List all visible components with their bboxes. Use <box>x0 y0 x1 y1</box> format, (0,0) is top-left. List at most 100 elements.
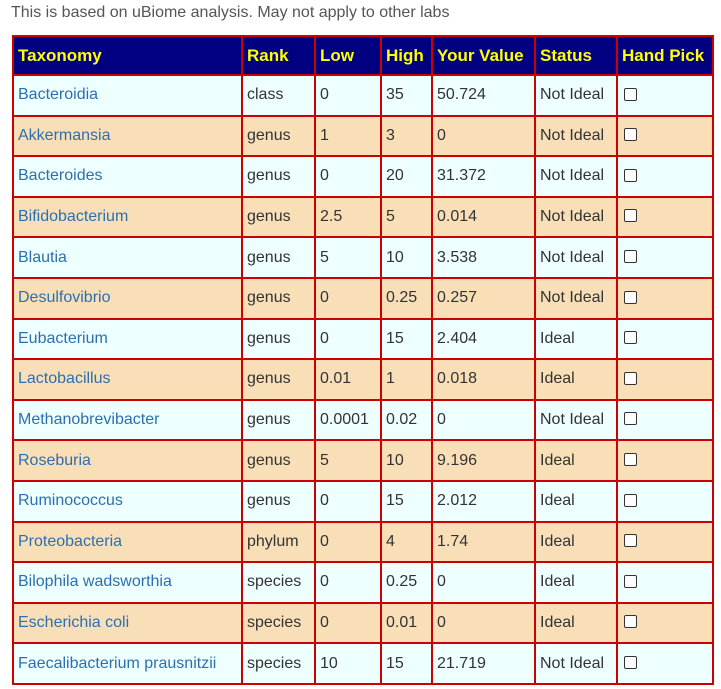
your-value-cell: 9.196 <box>433 441 536 482</box>
taxonomy-link[interactable]: Faecalibacterium prausnitzii <box>14 644 243 685</box>
low-cell: 0 <box>316 76 382 117</box>
hand-pick-cell <box>618 481 714 523</box>
hand-pick-checkbox[interactable] <box>624 331 637 345</box>
hand-pick-checkbox[interactable] <box>624 655 637 669</box>
your-value-cell: 0 <box>433 563 536 604</box>
hand-pick-checkbox[interactable] <box>624 615 637 629</box>
hand-pick-checkbox[interactable] <box>624 534 637 548</box>
high-cell: 10 <box>382 238 433 279</box>
hand-pick-checkbox[interactable] <box>624 168 637 182</box>
rank-cell: genus <box>243 441 316 482</box>
hand-pick-checkbox[interactable] <box>624 290 637 304</box>
hand-pick-cell <box>618 522 714 564</box>
taxonomy-link[interactable]: Eubacterium <box>14 319 243 361</box>
table-row: Eubacterium genus 0 15 2.404 Ideal <box>14 319 714 361</box>
header-status[interactable]: Status <box>536 37 618 76</box>
taxonomy-link[interactable]: Akkermansia <box>14 116 243 158</box>
hand-pick-cell <box>618 238 714 279</box>
taxonomy-table: Taxonomy Rank Low High Your Value Status… <box>12 35 714 685</box>
low-cell: 5 <box>316 238 382 279</box>
hand-pick-checkbox[interactable] <box>624 249 637 263</box>
high-cell: 15 <box>382 319 433 361</box>
your-value-cell: 0.014 <box>433 197 536 239</box>
status-cell: Not Ideal <box>536 197 618 239</box>
your-value-cell: 2.404 <box>433 319 536 361</box>
high-cell: 5 <box>382 197 433 239</box>
hand-pick-cell <box>618 603 714 645</box>
taxonomy-link[interactable]: Bacteroides <box>14 157 243 198</box>
your-value-cell: 0.018 <box>433 360 536 401</box>
rank-cell: genus <box>243 481 316 523</box>
high-cell: 0.25 <box>382 563 433 604</box>
header-rank[interactable]: Rank <box>243 37 316 76</box>
header-high[interactable]: High <box>382 37 433 76</box>
taxonomy-link[interactable]: Blautia <box>14 238 243 279</box>
hand-pick-checkbox[interactable] <box>624 209 637 223</box>
low-cell: 5 <box>316 441 382 482</box>
status-cell: Ideal <box>536 319 618 361</box>
taxonomy-link[interactable]: Escherichia coli <box>14 603 243 645</box>
status-cell: Ideal <box>536 360 618 401</box>
high-cell: 20 <box>382 157 433 198</box>
header-row: Taxonomy Rank Low High Your Value Status… <box>14 37 714 76</box>
status-cell: Not Ideal <box>536 76 618 117</box>
your-value-cell: 0.257 <box>433 278 536 320</box>
status-cell: Ideal <box>536 481 618 523</box>
table-row: Desulfovibrio genus 0 0.25 0.257 Not Ideal <box>14 278 714 320</box>
table-row: Bacteroides genus 0 20 31.372 Not Ideal <box>14 157 714 198</box>
hand-pick-checkbox[interactable] <box>624 493 637 507</box>
low-cell: 0 <box>316 319 382 361</box>
table-row: Proteobacteria phylum 0 4 1.74 Ideal <box>14 522 714 564</box>
taxonomy-link[interactable]: Bacteroidia <box>14 76 243 117</box>
your-value-cell: 21.719 <box>433 644 536 685</box>
high-cell: 15 <box>382 644 433 685</box>
your-value-cell: 50.724 <box>433 76 536 117</box>
taxonomy-link[interactable]: Bilophila wadsworthia <box>14 563 243 604</box>
hand-pick-checkbox[interactable] <box>624 412 637 426</box>
high-cell: 3 <box>382 116 433 158</box>
hand-pick-checkbox[interactable] <box>624 128 637 142</box>
taxonomy-link[interactable]: Lactobacillus <box>14 360 243 401</box>
high-cell: 0.01 <box>382 603 433 645</box>
status-cell: Not Ideal <box>536 400 618 442</box>
header-low[interactable]: Low <box>316 37 382 76</box>
taxonomy-link[interactable]: Roseburia <box>14 441 243 482</box>
your-value-cell: 0 <box>433 603 536 645</box>
taxonomy-link[interactable]: Bifidobacterium <box>14 197 243 239</box>
hand-pick-cell <box>618 400 714 442</box>
hand-pick-checkbox[interactable] <box>624 452 637 466</box>
taxonomy-link[interactable]: Proteobacteria <box>14 522 243 564</box>
taxonomy-link[interactable]: Desulfovibrio <box>14 278 243 320</box>
your-value-cell: 31.372 <box>433 157 536 198</box>
low-cell: 0 <box>316 603 382 645</box>
low-cell: 0 <box>316 522 382 564</box>
rank-cell: species <box>243 563 316 604</box>
table-row: Bacteroidia class 0 35 50.724 Not Ideal <box>14 76 714 117</box>
high-cell: 35 <box>382 76 433 117</box>
table-row: Escherichia coli species 0 0.01 0 Ideal <box>14 603 714 645</box>
rank-cell: species <box>243 603 316 645</box>
hand-pick-cell <box>618 319 714 361</box>
status-cell: Not Ideal <box>536 238 618 279</box>
header-taxonomy[interactable]: Taxonomy <box>14 37 243 76</box>
header-hand-pick[interactable]: Hand Pick <box>618 37 714 76</box>
low-cell: 0.0001 <box>316 400 382 442</box>
hand-pick-checkbox[interactable] <box>624 371 637 385</box>
hand-pick-cell <box>618 157 714 198</box>
status-cell: Ideal <box>536 603 618 645</box>
table-row: Faecalibacterium prausnitzii species 10 15 2… <box>14 644 714 685</box>
high-cell: 0.25 <box>382 278 433 320</box>
taxonomy-link[interactable]: Ruminococcus <box>14 481 243 523</box>
high-cell: 10 <box>382 441 433 482</box>
table-row: Bifidobacterium genus 2.5 5 0.014 Not Ideal <box>14 197 714 239</box>
status-cell: Not Ideal <box>536 116 618 158</box>
hand-pick-cell <box>618 116 714 158</box>
hand-pick-cell <box>618 644 714 685</box>
header-your-value[interactable]: Your Value <box>433 37 536 76</box>
low-cell: 0 <box>316 563 382 604</box>
taxonomy-link[interactable]: Methanobrevibacter <box>14 400 243 442</box>
hand-pick-checkbox[interactable] <box>624 87 637 101</box>
hand-pick-checkbox[interactable] <box>624 574 637 588</box>
rank-cell: genus <box>243 157 316 198</box>
table-row: Bilophila wadsworthia species 0 0.25 0 Ideal <box>14 563 714 604</box>
